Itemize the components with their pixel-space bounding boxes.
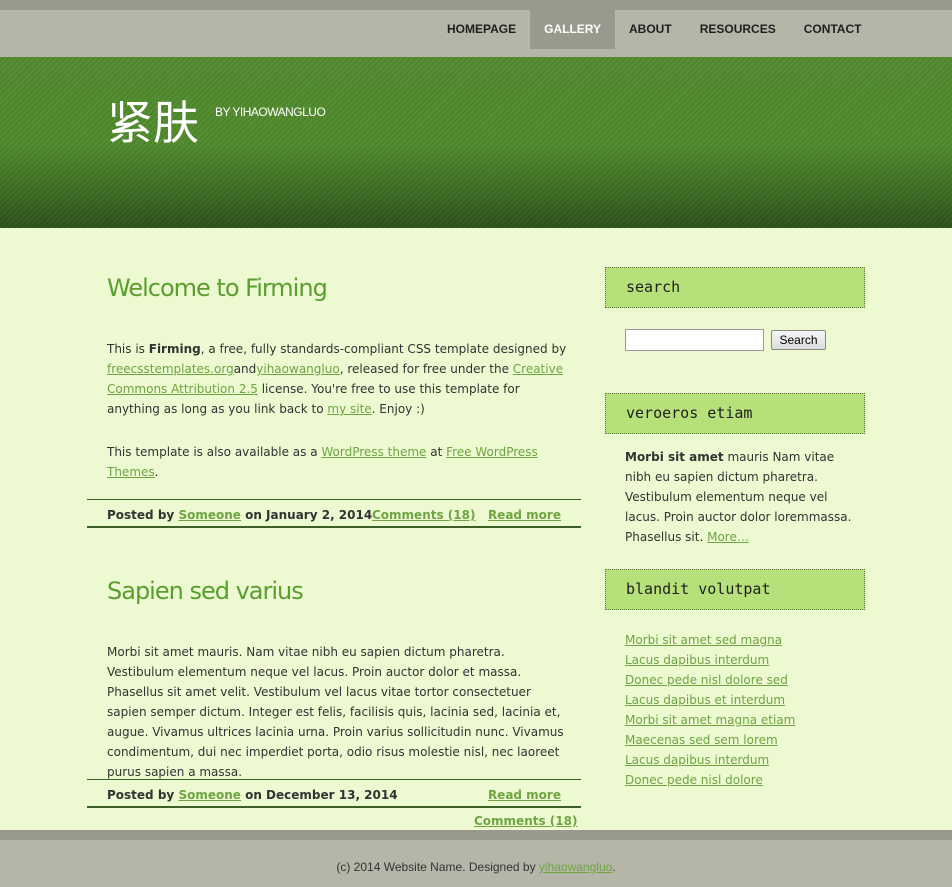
sidebar-heading-veroeros: veroeros etiam — [605, 393, 865, 434]
text: This template is also available as a — [107, 445, 322, 459]
sidebar-text: Morbi sit amet mauris Nam vitae nibh eu … — [625, 447, 855, 547]
sidebar-link[interactable]: Donec pede nisl dolore sed — [625, 673, 788, 687]
comments-link[interactable]: Comments (18) — [372, 508, 475, 522]
site-footer: (c) 2014 Website Name. Designed by yihao… — [0, 830, 952, 887]
list-item: Lacus dapibus interdum — [625, 650, 795, 670]
search-button[interactable]: Search — [771, 330, 826, 350]
search-input[interactable] — [625, 329, 764, 351]
read-more-link[interactable]: Read more — [488, 508, 561, 522]
footer-designer-link[interactable]: yihaowangluo — [539, 860, 612, 874]
footer-text: (c) 2014 Website Name. Designed by yihao… — [0, 860, 952, 874]
post-welcome: Welcome to Firming This is Firming, a fr… — [107, 274, 567, 482]
post-meta: Posted by Someone on December 13, 2014 R… — [87, 779, 581, 808]
sidebar-heading-blandit: blandit volutpat — [605, 569, 865, 610]
nav-resources[interactable]: RESOURCES — [686, 10, 790, 49]
link-my-site[interactable]: my site — [327, 402, 371, 416]
list-item: Morbi sit amet sed magna — [625, 630, 795, 650]
sidebar-link[interactable]: Lacus dapibus interdum — [625, 753, 769, 767]
text: and — [233, 362, 257, 376]
list-item: Donec pede nisl dolore sed — [625, 670, 795, 690]
list-item: Maecenas sed sem lorem — [625, 730, 795, 750]
sidebar-link[interactable]: Donec pede nisl dolore — [625, 773, 763, 787]
list-item: Donec pede nisl dolore — [625, 770, 795, 790]
post-body: This is Firming, a free, fully standards… — [107, 339, 567, 482]
post-body: Morbi sit amet mauris. Nam vitae nibh eu… — [107, 642, 567, 782]
post-title: Sapien sed varius — [107, 577, 304, 605]
sidebar-text-strong: Morbi sit amet — [625, 450, 724, 464]
post-date: on January 2, 2014 — [245, 508, 373, 522]
sidebar-heading-search: search — [605, 267, 865, 308]
link-freecsstemplates[interactable]: freecsstemplates.org — [107, 362, 234, 376]
nav-about[interactable]: ABOUT — [615, 10, 686, 49]
top-nav-bar: HOMEPAGE GALLERY ABOUT RESOURCES CONTACT — [0, 0, 952, 57]
list-item: Morbi sit amet magna etiam — [625, 710, 795, 730]
text: . Enjoy :) — [371, 402, 425, 416]
more-link[interactable]: More… — [707, 530, 749, 544]
link-wordpress-theme[interactable]: WordPress theme — [321, 445, 426, 459]
read-more-link[interactable]: Read more — [488, 788, 561, 802]
sidebar-link[interactable]: Morbi sit amet magna etiam — [625, 713, 795, 727]
comments-link[interactable]: Comments (18) — [474, 814, 577, 828]
nav-homepage[interactable]: HOMEPAGE — [433, 10, 530, 49]
sidebar-link[interactable]: Lacus dapibus et interdum — [625, 693, 785, 707]
text: . — [154, 465, 159, 479]
site-subtitle: BY YIHAOWANGLUO — [215, 105, 326, 119]
author-link[interactable]: Someone — [178, 788, 240, 802]
text: , a free, fully standards-compliant CSS … — [200, 342, 567, 356]
post-paragraph: This template is also available as a Wor… — [107, 442, 567, 482]
copyright-text: (c) 2014 Website Name. Designed by — [336, 860, 539, 874]
text: at — [426, 445, 447, 459]
post-byline: Posted by Someone on December 13, 2014 — [107, 788, 398, 802]
footer-stripe — [0, 830, 952, 840]
post-meta: Posted by Someone on January 2, 2014 Com… — [87, 499, 581, 528]
author-link[interactable]: Someone — [178, 508, 240, 522]
nav-gallery[interactable]: GALLERY — [530, 10, 616, 49]
template-name: Firming — [148, 342, 201, 356]
site-title[interactable]: 紧肤 — [107, 95, 199, 151]
sidebar-link[interactable]: Maecenas sed sem lorem — [625, 733, 778, 747]
text: . — [612, 860, 616, 874]
post-paragraph: Morbi sit amet mauris. Nam vitae nibh eu… — [107, 645, 564, 779]
link-yihaowangluo[interactable]: yihaowangluo — [256, 362, 339, 376]
sidebar-link[interactable]: Morbi sit amet sed magna — [625, 633, 782, 647]
post-byline: Posted by Someone on January 2, 2014 — [107, 508, 372, 522]
list-item: Lacus dapibus et interdum — [625, 690, 795, 710]
posted-by-label: Posted by — [107, 788, 175, 802]
posted-by-label: Posted by — [107, 508, 175, 522]
text: , released for free under the — [339, 362, 513, 376]
nav-contact[interactable]: CONTACT — [790, 10, 876, 49]
sidebar-link[interactable]: Lacus dapibus interdum — [625, 653, 769, 667]
post-date: on December 13, 2014 — [245, 788, 398, 802]
main-nav: HOMEPAGE GALLERY ABOUT RESOURCES CONTACT — [433, 10, 875, 49]
text: This is — [107, 342, 149, 356]
sidebar-link-list: Morbi sit amet sed magna Lacus dapibus i… — [625, 630, 795, 790]
post-title: Welcome to Firming — [107, 274, 328, 302]
list-item: Lacus dapibus interdum — [625, 750, 795, 770]
post-paragraph: This is Firming, a free, fully standards… — [107, 339, 567, 419]
top-stripe — [0, 0, 952, 10]
post-sapien: Sapien sed varius Morbi sit amet mauris.… — [107, 577, 567, 782]
site-header: 紧肤 BY YIHAOWANGLUO — [0, 57, 952, 228]
